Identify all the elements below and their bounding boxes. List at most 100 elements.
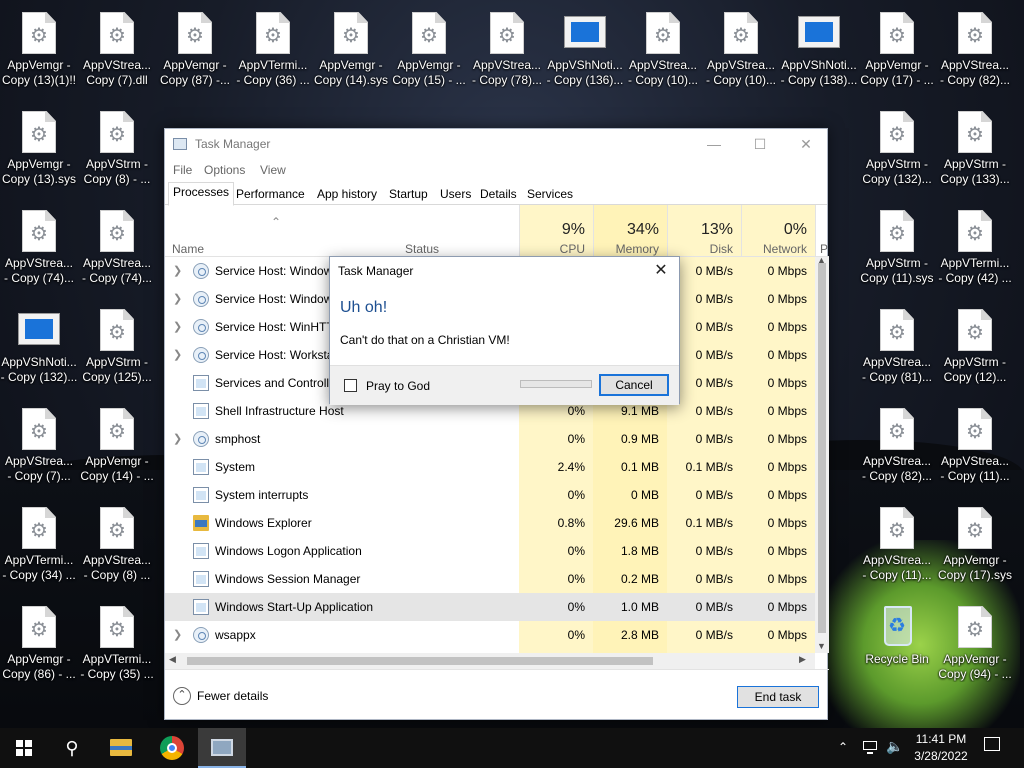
- desktop-file-icon[interactable]: ⚙ AppVTermi... - Copy (35) ...: [78, 596, 156, 694]
- hscroll-thumb[interactable]: [187, 657, 653, 665]
- menu-options[interactable]: Options: [204, 163, 245, 177]
- process-row[interactable]: Windows Start-Up Application 0% 1.0 MB 0 MB…: [165, 593, 815, 621]
- process-row[interactable]: System interrupts 0% 0 MB 0 MB/s 0 Mbps: [165, 481, 815, 509]
- start-button[interactable]: [0, 728, 48, 768]
- desktop-file-icon[interactable]: ⚙ AppVStrm - Copy (8) - ...: [78, 101, 156, 199]
- title-bar[interactable]: Task Manager — ☐ ✕: [165, 129, 827, 159]
- desktop-file-icon[interactable]: ⚙ AppVStrm - Copy (133)...: [936, 101, 1014, 199]
- chevron-up-icon[interactable]: ⌃: [838, 740, 848, 768]
- desktop-icon-label: - Copy (82)...: [861, 469, 933, 483]
- tab-startup[interactable]: Startup: [384, 184, 433, 205]
- process-row[interactable]: Windows Session Manager 0% 0.2 MB 0 MB/s 0 M…: [165, 565, 815, 593]
- disk-column-header[interactable]: 13% Disk: [667, 205, 741, 257]
- memory-column-header[interactable]: 34% Memory: [593, 205, 667, 257]
- desktop-file-icon[interactable]: ⚙ AppVStrea... - Copy (8) ...: [78, 497, 156, 595]
- expand-chevron-icon[interactable]: ❯: [173, 341, 182, 369]
- expand-chevron-icon[interactable]: ❯: [173, 621, 182, 649]
- expand-chevron-icon[interactable]: ❯: [173, 285, 182, 313]
- name-column-header[interactable]: Name: [165, 205, 395, 257]
- volume-icon[interactable]: 🔈: [886, 738, 903, 768]
- desktop-file-icon[interactable]: ⚙ AppVStrea... - Copy (74)...: [78, 200, 156, 298]
- desktop-file-icon[interactable]: ⚙ AppVemgr - Copy (86) - ...: [0, 596, 78, 694]
- file-explorer-icon[interactable]: [98, 728, 146, 768]
- desktop-file-icon[interactable]: ⚙ AppVStrea... - Copy (11)...: [936, 398, 1014, 496]
- tab-app-history[interactable]: App history: [312, 184, 382, 205]
- expand-chevron-icon[interactable]: ❯: [173, 313, 182, 341]
- desktop-file-icon[interactable]: ⚙ AppVStrea... - Copy (10)...: [624, 2, 702, 100]
- desktop-file-icon[interactable]: ⚙ AppVStrea... - Copy (11)...: [858, 497, 936, 595]
- minimize-button[interactable]: —: [691, 129, 737, 159]
- pray-checkbox[interactable]: [344, 379, 357, 392]
- cancel-button[interactable]: Cancel: [599, 374, 669, 396]
- desktop-file-icon[interactable]: ⚙ AppVStrea... - Copy (10)...: [702, 2, 780, 100]
- desktop-file-icon[interactable]: ⚙ AppVemgr - Copy (15) - ...: [390, 2, 468, 100]
- scroll-right-icon[interactable]: ▶: [799, 654, 806, 665]
- network-column-header[interactable]: 0% Network: [741, 205, 815, 257]
- power-column-header[interactable]: P: [815, 205, 829, 257]
- process-row[interactable]: ❯ smphost 0% 0.9 MB 0 MB/s 0 Mbps: [165, 425, 815, 453]
- desktop-file-icon[interactable]: ⚙ AppVStrea... Copy (7).dll: [78, 2, 156, 100]
- process-row[interactable]: System 2.4% 0.1 MB 0.1 MB/s 0 Mbps: [165, 453, 815, 481]
- horizontal-scrollbar[interactable]: ◀ ▶: [165, 653, 815, 669]
- desktop-file-icon[interactable]: ⚙ AppVStrm - Copy (132)...: [858, 101, 936, 199]
- process-row[interactable]: Windows Explorer 0.8% 29.6 MB 0.1 MB/s 0 Mbp…: [165, 509, 815, 537]
- scroll-thumb[interactable]: [818, 263, 826, 633]
- desktop-file-icon[interactable]: ⚙ AppVemgr - Copy (14).sys: [312, 2, 390, 100]
- desktop-file-icon[interactable]: ⚙ AppVStrea... - Copy (7)...: [0, 398, 78, 496]
- desktop-file-icon[interactable]: ⚙ AppVTermi... - Copy (42) ...: [936, 200, 1014, 298]
- menu-file[interactable]: File: [173, 163, 192, 177]
- notifications-icon[interactable]: [984, 737, 1000, 751]
- chrome-icon[interactable]: [148, 728, 196, 768]
- dialog-close-icon[interactable]: ✕: [649, 260, 673, 280]
- fewer-details-button[interactable]: ⌃ Fewer details: [173, 687, 268, 705]
- desktop-file-icon[interactable]: ⚙ AppVStrea... - Copy (82)...: [858, 398, 936, 496]
- recycle-bin-icon[interactable]: ♻ Recycle Bin: [858, 596, 936, 694]
- desktop-file-icon[interactable]: ⚙ AppVemgr - Copy (17) - ...: [858, 2, 936, 100]
- maximize-button[interactable]: ☐: [737, 129, 783, 159]
- desktop-file-icon[interactable]: AppVShNoti... - Copy (136)...: [546, 2, 624, 100]
- desktop-icon-label: AppVemgr -: [163, 58, 227, 72]
- desktop-icon-label: Copy (13)(1)!!: [1, 73, 77, 87]
- search-icon[interactable]: ⚲: [48, 728, 96, 768]
- close-button[interactable]: ✕: [783, 129, 829, 159]
- desktop-file-icon[interactable]: ⚙ AppVemgr - Copy (17).sys: [936, 497, 1014, 595]
- status-column-header[interactable]: Status: [401, 205, 519, 257]
- desktop-file-icon[interactable]: ⚙ AppVStrea... - Copy (78)...: [468, 2, 546, 100]
- desktop-file-icon[interactable]: ⚙ AppVemgr - Copy (94) - ...: [936, 596, 1014, 694]
- desktop-file-icon[interactable]: ⚙ AppVStrm - Copy (12)...: [936, 299, 1014, 397]
- desktop-file-icon[interactable]: ⚙ AppVStrea... - Copy (74)...: [0, 200, 78, 298]
- desktop-file-icon[interactable]: ⚙ AppVStrea... - Copy (81)...: [858, 299, 936, 397]
- end-task-button[interactable]: End task: [737, 686, 819, 708]
- expand-chevron-icon[interactable]: ❯: [173, 425, 182, 453]
- desktop-file-icon[interactable]: ⚙ AppVTermi... - Copy (36) ...: [234, 2, 312, 100]
- desktop-file-icon[interactable]: ⚙ AppVStrm - Copy (125)...: [78, 299, 156, 397]
- tab-services[interactable]: Services: [522, 184, 578, 205]
- scroll-down-icon[interactable]: ▼: [817, 641, 826, 651]
- desktop-file-icon[interactable]: AppVShNoti... - Copy (138)...: [780, 2, 858, 100]
- tab-performance[interactable]: Performance: [231, 184, 310, 205]
- desktop-file-icon[interactable]: AppVShNoti... - Copy (132)...: [0, 299, 78, 397]
- desktop-icon-label: AppVemgr -: [397, 58, 461, 72]
- desktop-file-icon[interactable]: ⚙ AppVemgr - Copy (13)(1)!!: [0, 2, 78, 100]
- tab-users[interactable]: Users: [435, 184, 476, 205]
- process-row[interactable]: ❯ wsappx 0% 2.8 MB 0 MB/s 0 Mbps: [165, 621, 815, 649]
- process-network: 0 Mbps: [767, 348, 807, 362]
- expand-chevron-icon[interactable]: ❯: [173, 257, 182, 285]
- desktop-file-icon[interactable]: ⚙ AppVTermi... - Copy (34) ...: [0, 497, 78, 595]
- network-icon[interactable]: [862, 739, 878, 755]
- vertical-scrollbar[interactable]: ▲ ▼: [815, 255, 829, 653]
- desktop-file-icon[interactable]: ⚙ AppVStrea... - Copy (82)...: [936, 2, 1014, 100]
- process-row[interactable]: Windows Logon Application 0% 1.8 MB 0 MB/s 0…: [165, 537, 815, 565]
- clock[interactable]: 11:41 PM 3/28/2022: [905, 731, 977, 765]
- desktop-file-icon[interactable]: ⚙ AppVemgr - Copy (13).sys: [0, 101, 78, 199]
- tab-details[interactable]: Details: [475, 184, 522, 205]
- task-manager-taskbar-icon[interactable]: [198, 728, 246, 768]
- desktop-file-icon[interactable]: ⚙ AppVemgr - Copy (87) -...: [156, 2, 234, 100]
- pray-checkbox-label[interactable]: Pray to God: [366, 379, 430, 393]
- desktop-file-icon[interactable]: ⚙ AppVStrm - Copy (11).sys: [858, 200, 936, 298]
- cpu-column-header[interactable]: 9% CPU: [519, 205, 593, 257]
- scroll-left-icon[interactable]: ◀: [169, 654, 176, 665]
- desktop-file-icon[interactable]: ⚙ AppVemgr - Copy (14) - ...: [78, 398, 156, 496]
- menu-view[interactable]: View: [260, 163, 286, 177]
- tab-processes[interactable]: Processes: [168, 182, 235, 206]
